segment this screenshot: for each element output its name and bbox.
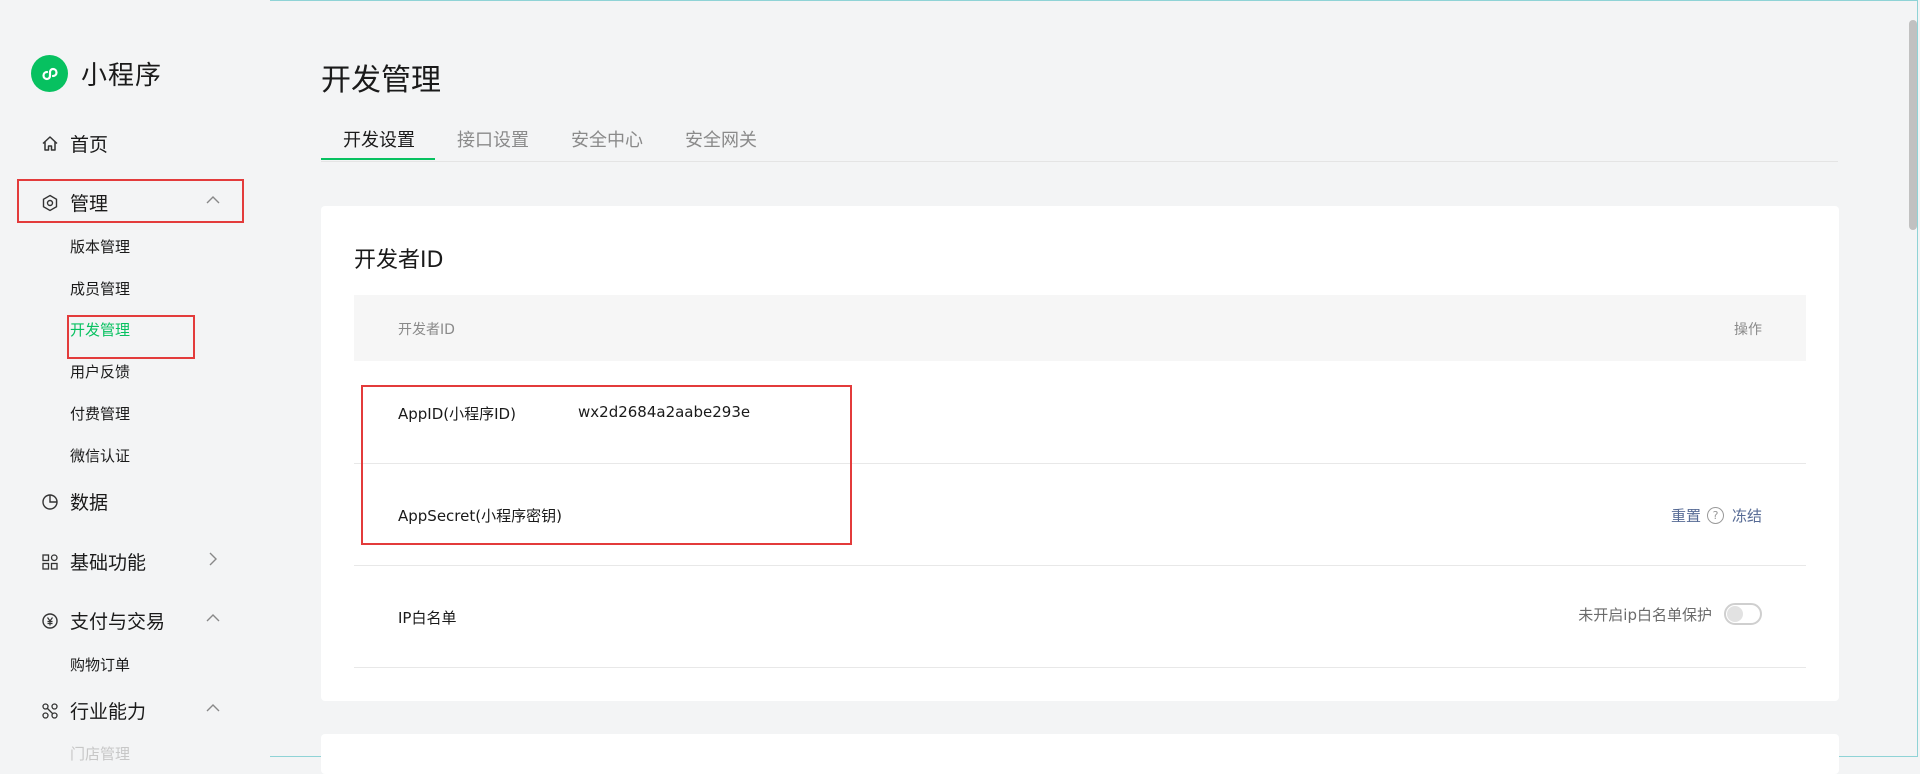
chevron-right-icon[interactable] (206, 552, 220, 566)
table-row-ip-whitelist: IP白名单 未开启ip白名单保护 (354, 565, 1806, 668)
toggle-knob (1727, 606, 1743, 622)
ip-whitelist-actions: 未开启ip白名单保护 (1578, 603, 1762, 625)
ip-whitelist-toggle[interactable] (1724, 603, 1762, 625)
settings-icon (40, 193, 60, 213)
appid-value[interactable]: wx2d2684a2aabe293e (578, 403, 750, 421)
tab-security-gateway[interactable]: 安全网关 (685, 126, 757, 152)
page-title: 开发管理 (321, 63, 441, 98)
sidebar-sub-stores[interactable]: 门店管理 (70, 743, 130, 764)
developer-id-card: 开发者ID 开发者ID 操作 AppID(小程序ID) wx2d2684a2aa… (321, 206, 1839, 701)
sidebar-item-pay[interactable]: 支付与交易 (40, 607, 165, 634)
sidebar-item-label: 基础功能 (70, 552, 147, 574)
sidebar-item-label: 数据 (70, 492, 109, 514)
tab-dev-settings[interactable]: 开发设置 (343, 126, 415, 152)
yuan-icon (40, 611, 60, 631)
sidebar-item-label: 行业能力 (70, 701, 147, 723)
sidebar-sub-version[interactable]: 版本管理 (70, 236, 130, 257)
sidebar: 小程序 首页 管理 版本管理 成员管理 开发管理 用户反馈 付费管理 微信认证 … (0, 0, 270, 763)
sidebar-item-manage[interactable]: 管理 (40, 189, 108, 216)
appsecret-actions: 重置 ? 冻结 (1671, 505, 1762, 526)
sidebar-sub-dev-manage[interactable]: 开发管理 (70, 319, 130, 340)
sidebar-item-home[interactable]: 首页 (40, 130, 108, 157)
tab-security-center[interactable]: 安全中心 (571, 126, 643, 152)
reset-button[interactable]: 重置 (1671, 505, 1701, 526)
chevron-up-icon[interactable] (206, 193, 220, 207)
home-icon (40, 134, 60, 154)
tab-api-settings[interactable]: 接口设置 (457, 126, 529, 152)
active-tab-indicator (321, 158, 435, 160)
ip-whitelist-status: 未开启ip白名单保护 (1578, 605, 1712, 624)
table-row-appsecret: AppSecret(小程序密钥) 重置 ? 冻结 (354, 463, 1806, 566)
app-logo[interactable]: 小程序 (31, 55, 162, 92)
appid-label: AppID(小程序ID) (398, 405, 516, 423)
sidebar-item-basic[interactable]: 基础功能 (40, 548, 146, 575)
industry-icon (40, 701, 60, 721)
chevron-up-icon[interactable] (206, 611, 220, 625)
freeze-button[interactable]: 冻结 (1732, 505, 1762, 526)
ip-whitelist-label: IP白名单 (398, 609, 457, 627)
sidebar-item-label: 支付与交易 (70, 611, 166, 633)
sidebar-sub-verify[interactable]: 微信认证 (70, 445, 130, 466)
sidebar-item-label: 管理 (70, 193, 109, 215)
sidebar-sub-orders[interactable]: 购物订单 (70, 654, 130, 675)
column-header-id: 开发者ID (398, 322, 455, 338)
app-title: 小程序 (81, 61, 163, 91)
next-card (321, 734, 1839, 774)
appsecret-label: AppSecret(小程序密钥) (398, 507, 562, 525)
sidebar-sub-members[interactable]: 成员管理 (70, 278, 130, 299)
chevron-up-icon[interactable] (206, 701, 220, 715)
table-row-appid: AppID(小程序ID) wx2d2684a2aabe293e (354, 361, 1806, 464)
help-icon[interactable]: ? (1706, 507, 1724, 524)
mini-program-logo-icon (31, 55, 68, 92)
sidebar-item-data[interactable]: 数据 (40, 488, 108, 515)
grid-icon (40, 552, 60, 572)
sidebar-sub-feedback[interactable]: 用户反馈 (70, 361, 130, 382)
column-header-action: 操作 (1734, 322, 1762, 338)
section-title: 开发者ID (354, 248, 444, 273)
sidebar-item-label: 首页 (70, 134, 109, 156)
scrollbar[interactable] (1909, 20, 1917, 230)
table-header: 开发者ID 操作 (354, 295, 1806, 361)
sidebar-sub-billing[interactable]: 付费管理 (70, 403, 130, 424)
sidebar-item-industry[interactable]: 行业能力 (40, 697, 146, 724)
chart-icon (40, 492, 60, 512)
tab-bar: 开发设置 接口设置 安全中心 安全网关 (321, 118, 1838, 162)
